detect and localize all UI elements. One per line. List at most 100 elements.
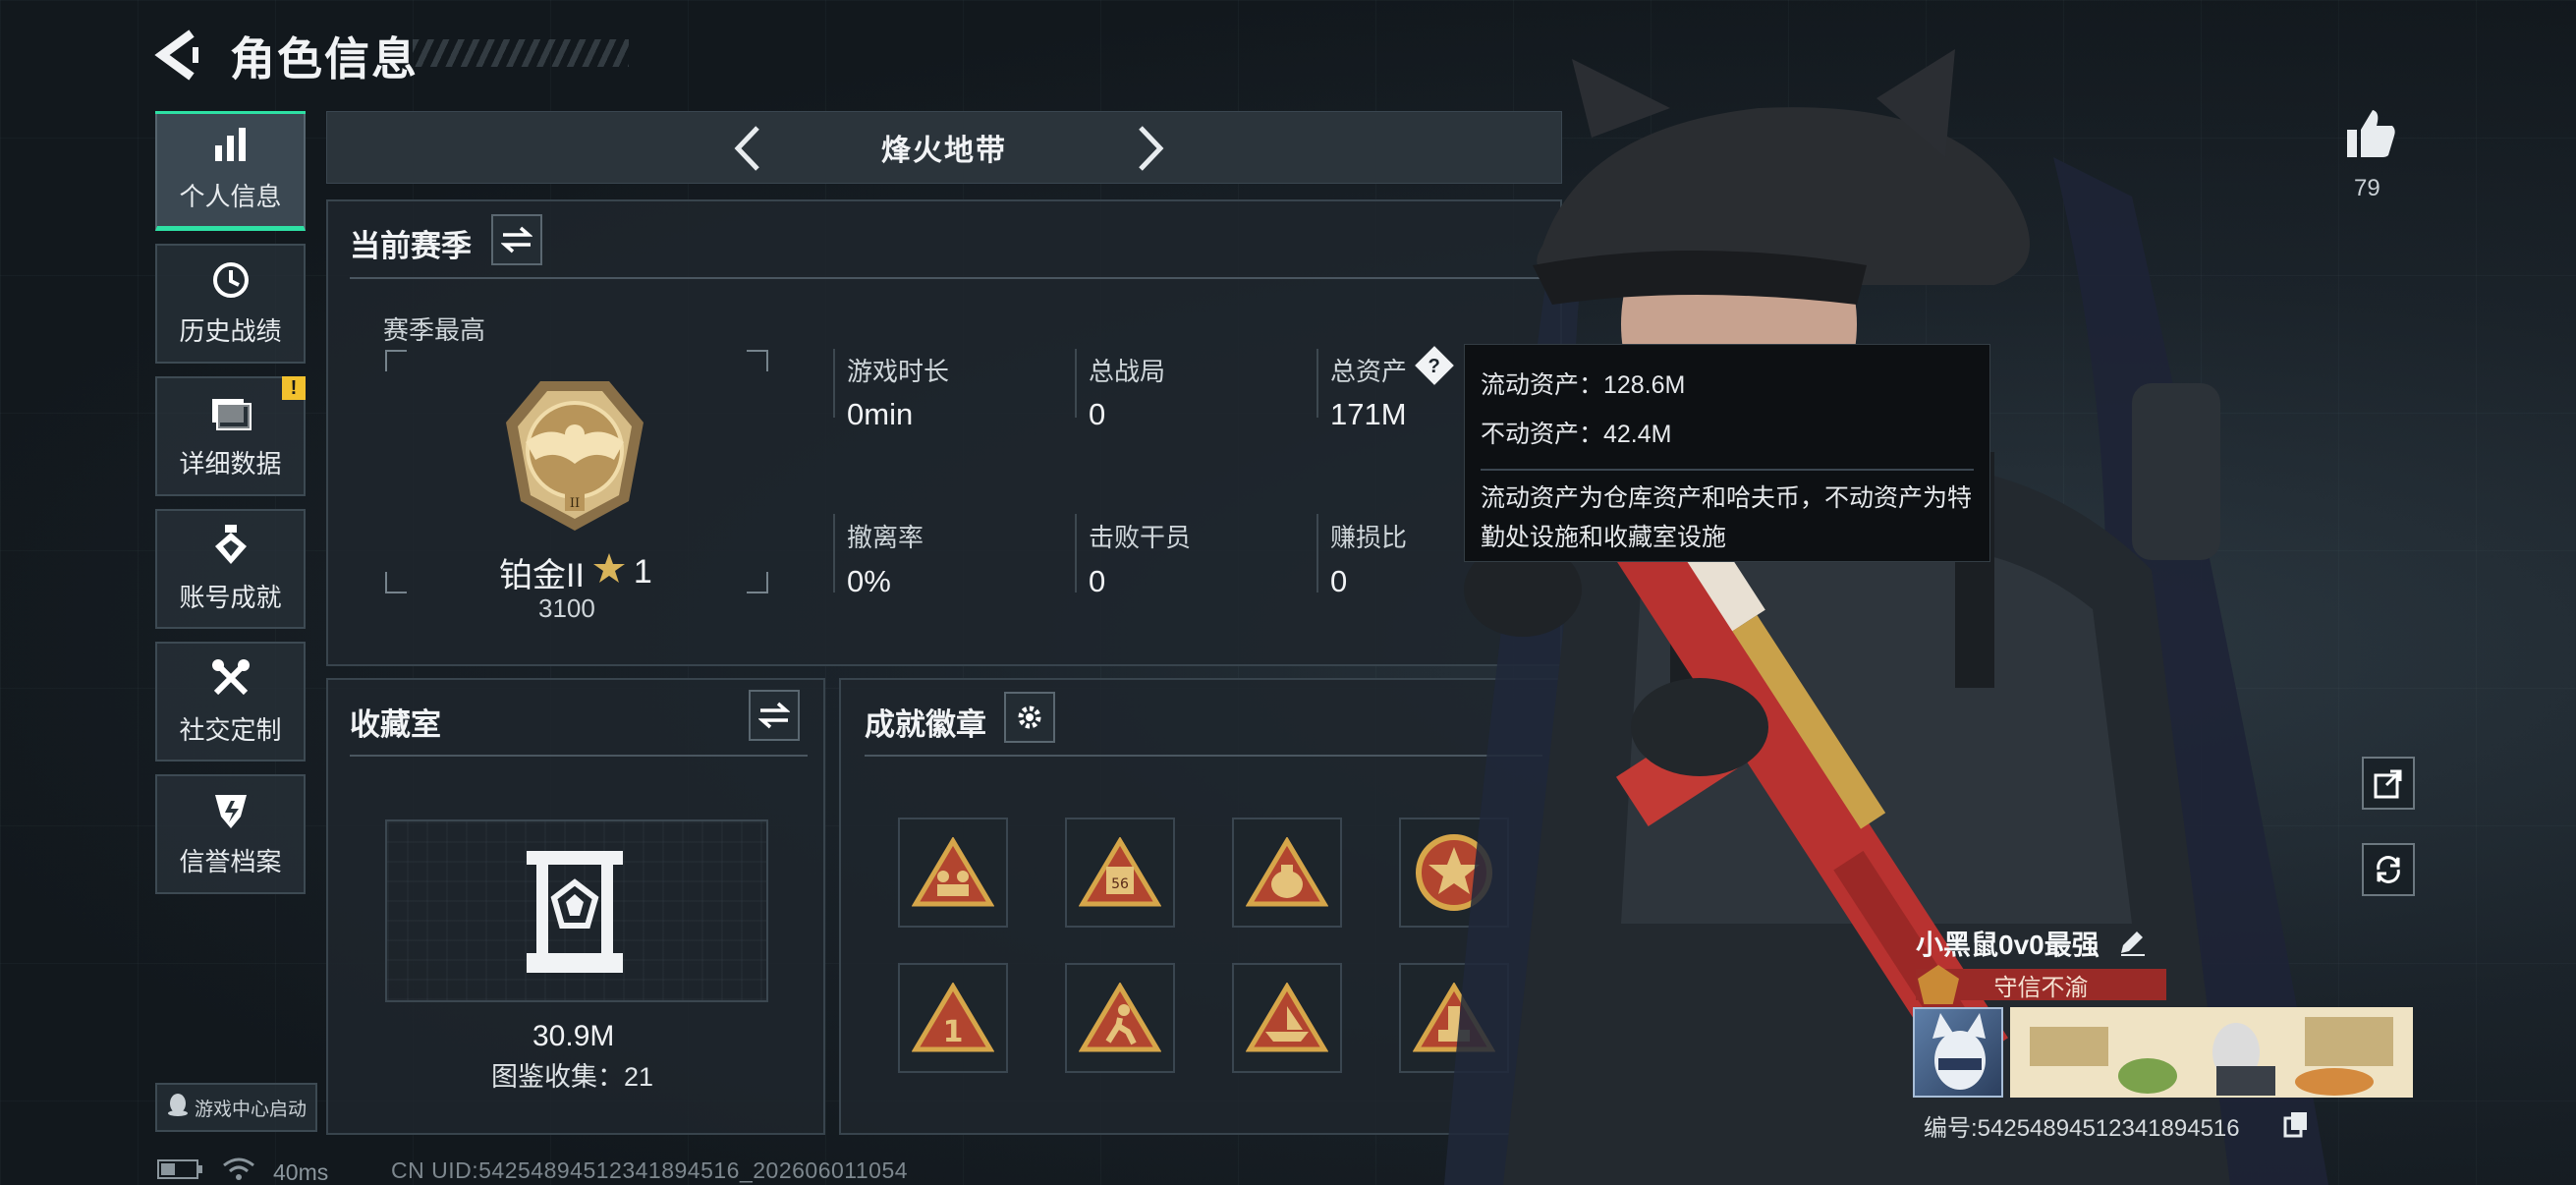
svg-text:56: 56	[1111, 876, 1129, 892]
question-icon: ?	[1428, 353, 1441, 377]
season-title-underline	[350, 277, 1544, 279]
sidebar-item-achievements[interactable]: 账号成就	[155, 509, 306, 629]
badge-runner-icon[interactable]	[1065, 963, 1175, 1073]
badge-1-icon[interactable]: 1	[898, 963, 1008, 1073]
svg-text:II: II	[570, 496, 580, 511]
frame-corner	[747, 350, 768, 371]
stat-divider	[833, 514, 835, 592]
refresh-button[interactable]	[2362, 843, 2415, 896]
stat-divider	[1316, 349, 1318, 418]
achievements-settings-button[interactable]	[1004, 692, 1055, 743]
avatar[interactable]	[1913, 1007, 2003, 1098]
stat-label-profit-loss: 赚损比	[1330, 523, 1408, 552]
back-arrow-icon	[154, 29, 198, 81]
player-name: 小黑鼠0v0最强	[1916, 930, 2100, 960]
edit-name-button[interactable]	[2117, 928, 2147, 962]
stat-label-play-time: 游戏时长	[847, 357, 950, 386]
tooltip-liquid-assets: 流动资产：128.6M	[1481, 371, 1686, 399]
stat-value-operators-defeated: 0	[1089, 564, 1106, 598]
stat-divider	[1075, 514, 1077, 592]
season-best-label: 赛季最高	[383, 315, 486, 345]
stat-value-extract-rate: 0%	[847, 564, 891, 598]
warning-badge: !	[282, 376, 306, 400]
sidebar-item-label: 详细数据	[179, 448, 282, 479]
rank-info: 铂金II 1	[499, 548, 652, 596]
thumbs-up-icon	[2347, 110, 2395, 157]
sidebar: 个人信息 历史战绩 ! 详细数据 账号成就 社交定制 信誉档案	[155, 111, 306, 907]
badge-boat-icon[interactable]	[1232, 963, 1342, 1073]
sidebar-item-detailed-data[interactable]: ! 详细数据	[155, 376, 306, 496]
credit-shield-icon	[211, 791, 251, 830]
season-title: 当前赛季	[350, 229, 472, 263]
svg-text:1: 1	[943, 1015, 964, 1049]
like-button[interactable]	[2343, 106, 2398, 166]
mode-next-button[interactable]	[1123, 122, 1176, 175]
back-button[interactable]	[152, 28, 207, 83]
launch-label: 游戏中心启动	[195, 1099, 308, 1120]
frame-corner	[385, 572, 407, 593]
title-decoration	[413, 39, 629, 67]
tooltip-divider	[1481, 469, 1974, 471]
tools-icon	[210, 657, 252, 699]
collection-value: 30.9M	[532, 1020, 615, 1052]
chevron-left-icon	[734, 126, 759, 171]
player-id: 编号:5425489451234189451​6	[1924, 1115, 2240, 1142]
sidebar-item-label: 个人信息	[179, 182, 282, 211]
share-button[interactable]	[2362, 757, 2415, 810]
badge-bag-icon[interactable]	[1232, 818, 1342, 928]
sidebar-item-label: 历史战绩	[179, 315, 282, 346]
sidebar-item-label: 信誉档案	[179, 846, 282, 876]
mode-selector: 烽火地带	[326, 111, 1562, 184]
season-switch-button[interactable]	[491, 214, 542, 265]
frame-corner	[385, 350, 407, 371]
collection-title: 收藏室	[350, 707, 441, 742]
refresh-icon	[2377, 856, 2400, 883]
tooltip-fixed-assets: 不动资产：42.4M	[1481, 421, 1672, 448]
medal-icon	[211, 524, 251, 566]
sidebar-item-personal-info[interactable]: 个人信息	[155, 111, 306, 231]
swap-icon	[501, 226, 532, 254]
sidebar-item-label: 账号成就	[179, 582, 282, 612]
copy-icon	[2283, 1112, 2307, 1138]
copy-id-button[interactable]	[2283, 1110, 2309, 1143]
game-center-launch-button[interactable]: 游戏中心启动	[155, 1083, 317, 1132]
wifi-icon	[222, 1157, 255, 1185]
sidebar-item-credit-profile[interactable]: 信誉档案	[155, 774, 306, 894]
frame-corner	[747, 572, 768, 593]
tooltip-description: 流动资产为仓库资产和哈夫币，不动资产为特勤处设施和收藏室设施	[1481, 484, 1973, 551]
data-folder-icon	[210, 393, 252, 432]
stat-value-profit-loss: 0	[1330, 564, 1348, 598]
qq-penguin-icon	[167, 1093, 189, 1122]
badge-56-icon[interactable]: 56	[1065, 818, 1175, 928]
stat-value-total-matches: 0	[1089, 397, 1106, 431]
stat-divider	[1075, 349, 1077, 418]
rank-stars: 1	[633, 553, 652, 591]
rank-name: 铂金II	[499, 557, 585, 594]
stat-value-play-time: 0min	[847, 397, 914, 431]
badge-team-icon[interactable]	[898, 818, 1008, 928]
like-count: 79	[2354, 175, 2380, 201]
collection-switch-button[interactable]	[749, 690, 800, 741]
sidebar-item-social-custom[interactable]: 社交定制	[155, 642, 306, 762]
stat-value-total-assets: 171M	[1330, 397, 1407, 431]
bar-chart-icon	[211, 126, 251, 165]
collection-index: 图鉴收集：21	[491, 1062, 654, 1092]
mode-prev-button[interactable]	[722, 122, 775, 175]
gear-icon	[1018, 705, 1041, 729]
page-title: 角色信息	[230, 33, 419, 85]
swap-icon	[758, 702, 790, 729]
user-uid: CN UID:542548945123418945​16_20260601105…	[391, 1157, 909, 1183]
achievements-title: 成就徽章	[865, 707, 986, 742]
stat-label-extract-rate: 撤离率	[847, 523, 924, 552]
history-clock-icon	[211, 260, 251, 300]
assets-tooltip: 流动资产：128.6M 不动资产：42.4M 流动资产为仓库资产和哈夫币，不动资…	[1464, 344, 1990, 562]
collection-title-underline	[350, 755, 808, 757]
sidebar-item-history[interactable]: 历史战绩	[155, 244, 306, 364]
ping-value: 40ms	[273, 1158, 329, 1185]
honor-title: 守信不渝	[1993, 974, 2089, 1001]
stat-divider	[1316, 514, 1318, 592]
mode-label: 烽火地带	[881, 135, 1007, 167]
stat-label-total-assets: 总资产	[1330, 357, 1408, 386]
share-icon	[2374, 769, 2402, 799]
sidebar-item-label: 社交定制	[179, 714, 282, 745]
